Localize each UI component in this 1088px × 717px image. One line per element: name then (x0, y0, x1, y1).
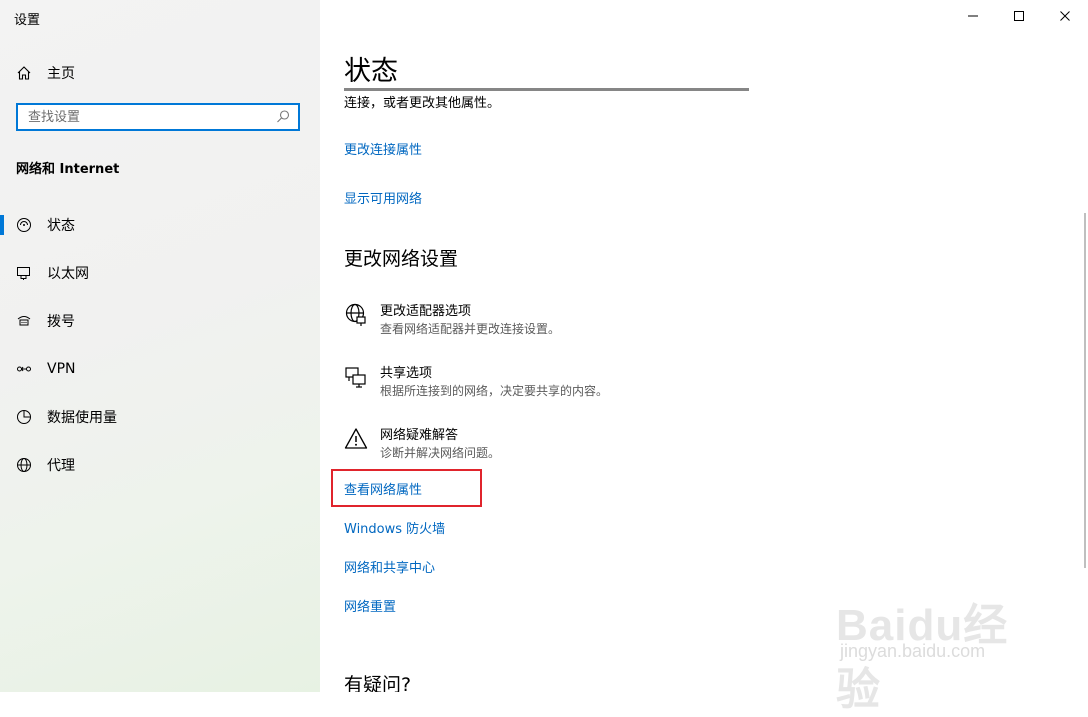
sidebar-item-data-usage[interactable]: 数据使用量 (0, 397, 320, 437)
change-network-settings-heading: 更改网络设置 (344, 248, 459, 270)
sidebar-item-label: 以太网 (47, 266, 89, 282)
home-label: 主页 (47, 66, 75, 82)
sidebar-home[interactable]: 主页 (16, 62, 75, 84)
search-box[interactable] (16, 103, 300, 131)
question-heading: 有疑问? (344, 674, 412, 692)
sidebar-item-label: 状态 (47, 218, 75, 234)
minimize-button[interactable] (950, 0, 996, 32)
show-available-networks-link[interactable]: 显示可用网络 (344, 188, 422, 207)
option-description: 根据所连接到的网络，决定要共享的内容。 (380, 384, 609, 398)
close-button[interactable] (1042, 0, 1088, 32)
option-description: 查看网络适配器并更改连接设置。 (380, 322, 561, 336)
section-heading: 网络和 Internet (16, 162, 120, 177)
globe-icon (16, 457, 32, 473)
sidebar-item-proxy[interactable]: 代理 (0, 445, 320, 485)
window-title: 设置 (14, 13, 41, 28)
minimize-icon (968, 15, 978, 17)
sidebar-item-status[interactable]: 状态 (0, 205, 320, 245)
baidu-watermark: Baidu经验 jingyan.baidu.com (836, 575, 1036, 714)
cut-off-line (344, 84, 754, 92)
watermark-url: jingyan.baidu.com (840, 641, 986, 661)
sidebar-item-label: 数据使用量 (47, 410, 117, 426)
windows-firewall-link[interactable]: Windows 防火墙 (344, 518, 445, 537)
maximize-button[interactable] (996, 0, 1042, 32)
sharing-options-item[interactable]: 共享选项 根据所连接到的网络，决定要共享的内容。 (344, 365, 608, 399)
option-title: 网络疑难解答 (380, 428, 459, 443)
close-icon (1060, 11, 1070, 21)
home-icon (17, 66, 31, 80)
search-icon[interactable] (274, 108, 292, 126)
sidebar: 设置 主页 网络和 Internet 状态 以太网 拨号 (0, 0, 320, 692)
sidebar-item-vpn[interactable]: VPN (0, 349, 320, 389)
description-text: 连接，或者更改其他属性。 (344, 96, 501, 111)
search-input[interactable] (26, 105, 274, 129)
sidebar-item-label: VPN (47, 361, 76, 377)
option-title: 更改适配器选项 (380, 304, 472, 319)
network-sharing-center-link[interactable]: 网络和共享中心 (344, 557, 435, 576)
sidebar-item-ethernet[interactable]: 以太网 (0, 253, 320, 293)
home-status-icon (16, 217, 32, 233)
scrolled-description: 连接，或者更改其他属性。 (344, 88, 754, 112)
window-controls (950, 0, 1088, 32)
highlight-annotation-box (331, 469, 482, 507)
dialup-icon (16, 313, 32, 329)
sharing-icon (345, 367, 366, 388)
sidebar-item-dialup[interactable]: 拨号 (0, 301, 320, 341)
change-connection-properties-link[interactable]: 更改连接属性 (344, 139, 422, 158)
option-description: 诊断并解决网络问题。 (380, 446, 501, 460)
scrollbar[interactable] (1084, 213, 1086, 568)
network-reset-link[interactable]: 网络重置 (344, 596, 396, 615)
sidebar-item-label: 拨号 (47, 314, 75, 330)
option-title: 共享选项 (380, 366, 433, 381)
adapter-globe-icon (345, 303, 366, 326)
network-troubleshoot-item[interactable]: 网络疑难解答 诊断并解决网络问题。 (344, 427, 500, 461)
ethernet-icon (16, 265, 32, 281)
maximize-icon (1014, 11, 1024, 21)
adapter-options-item[interactable]: 更改适配器选项 查看网络适配器并更改连接设置。 (344, 303, 560, 337)
vpn-icon (16, 361, 32, 377)
sidebar-item-label: 代理 (47, 458, 75, 474)
warning-icon (344, 428, 368, 449)
data-usage-icon (16, 409, 32, 425)
